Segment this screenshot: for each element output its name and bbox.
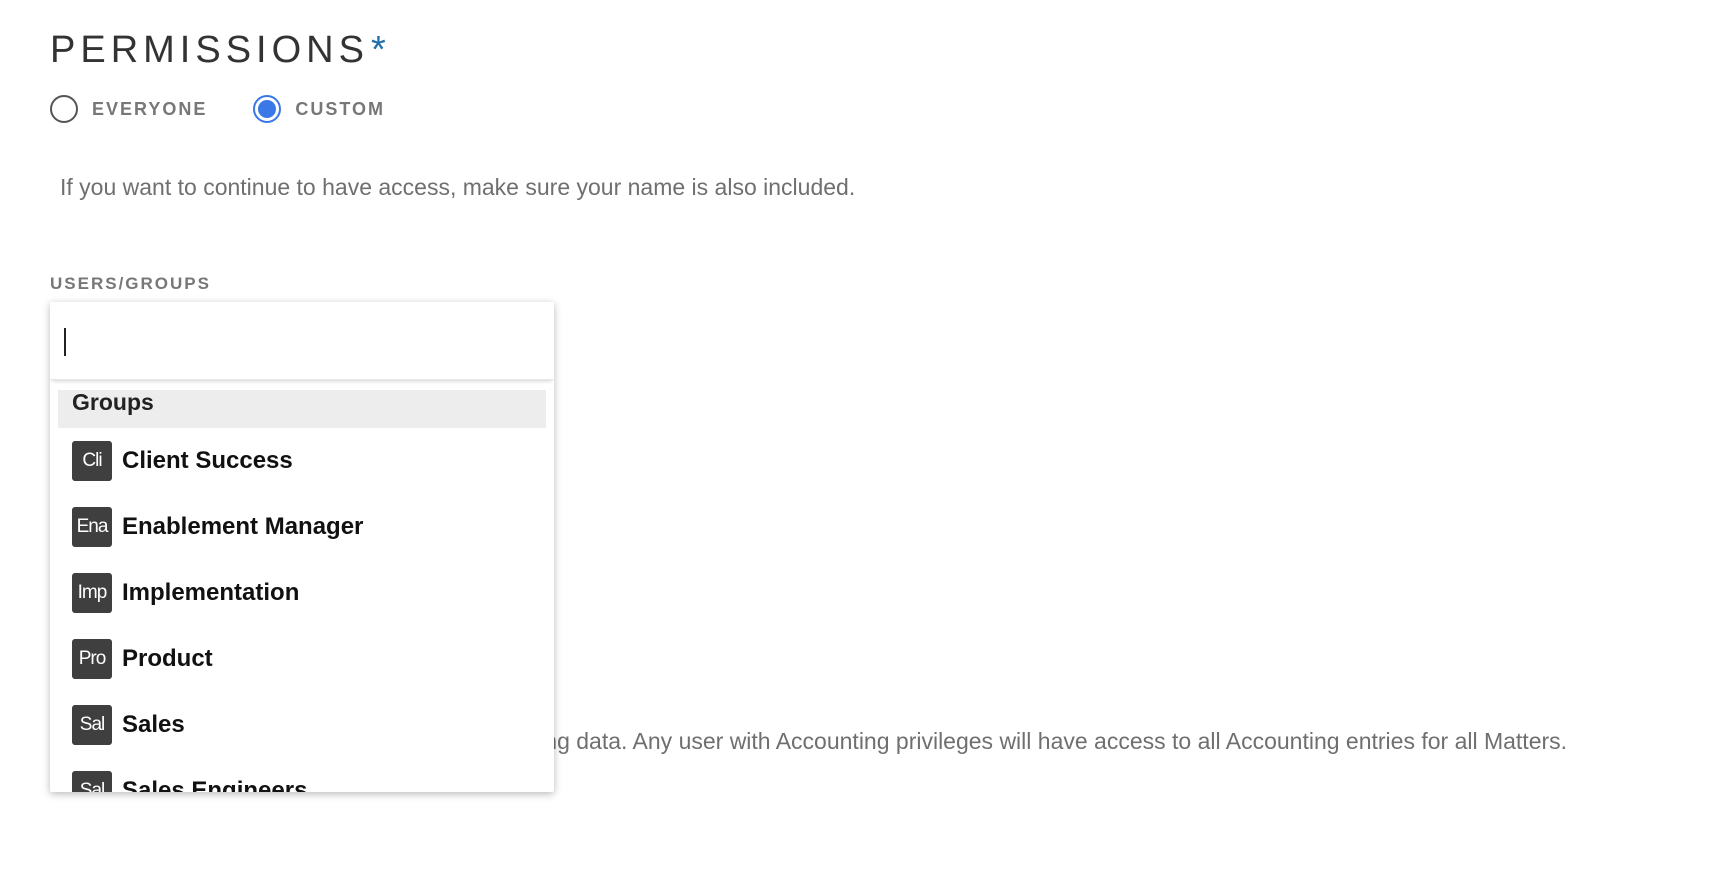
radio-dot-icon <box>258 100 277 118</box>
radio-everyone-label[interactable]: EVERYONE <box>92 99 207 120</box>
radio-checked-icon[interactable] <box>253 95 282 123</box>
group-avatar-icon: Pro <box>72 639 112 679</box>
group-avatar-icon: Sal <box>72 771 112 792</box>
users-groups-label: USERS/GROUPS <box>50 274 211 293</box>
list-item-sales[interactable]: Sal Sales <box>50 692 554 758</box>
accounting-note-text: nting data. Any user with Accounting pri… <box>520 728 1568 754</box>
group-avatar-icon: Ena <box>72 507 112 547</box>
list-item-client-success[interactable]: Cli Client Success <box>50 428 554 494</box>
group-avatar-icon: Sal <box>72 705 112 745</box>
option-label: Product <box>122 645 213 672</box>
option-label: Client Success <box>122 447 293 474</box>
option-label: Implementation <box>122 579 300 606</box>
group-avatar-icon: Cli <box>72 441 112 481</box>
list-item-product[interactable]: Pro Product <box>50 626 554 692</box>
text-caret <box>64 328 66 356</box>
list-item-sales-engineers[interactable]: Sal Sales Engineers <box>50 758 554 792</box>
required-marker: * <box>370 29 386 71</box>
permissions-page: PERMISSIONS* EVERYONE CUSTOM If you want… <box>0 0 1724 870</box>
users-groups-search-input[interactable] <box>50 302 554 380</box>
option-label: Sales Engineers <box>122 777 308 792</box>
list-item-implementation[interactable]: Imp Implementation <box>50 560 554 626</box>
permissions-title: PERMISSIONS* <box>50 28 386 72</box>
users-groups-dropdown: Groups Cli Client Success Ena Enablement… <box>50 302 554 792</box>
option-label: Enablement Manager <box>122 513 364 540</box>
radio-custom[interactable]: CUSTOM <box>253 95 385 123</box>
groups-section-header: Groups <box>58 390 546 428</box>
radio-unchecked-icon[interactable] <box>50 95 78 123</box>
option-label: Sales <box>122 711 185 738</box>
group-avatar-icon: Imp <box>72 573 112 613</box>
access-help-text: If you want to continue to have access, … <box>60 174 856 200</box>
radio-everyone[interactable]: EVERYONE <box>50 95 207 123</box>
permission-radio-group: EVERYONE CUSTOM <box>50 92 431 126</box>
dropdown-options-list[interactable]: Groups Cli Client Success Ena Enablement… <box>50 380 554 792</box>
permissions-title-text: PERMISSIONS <box>50 29 369 71</box>
radio-custom-label[interactable]: CUSTOM <box>295 99 385 120</box>
list-item-enablement-manager[interactable]: Ena Enablement Manager <box>50 494 554 560</box>
